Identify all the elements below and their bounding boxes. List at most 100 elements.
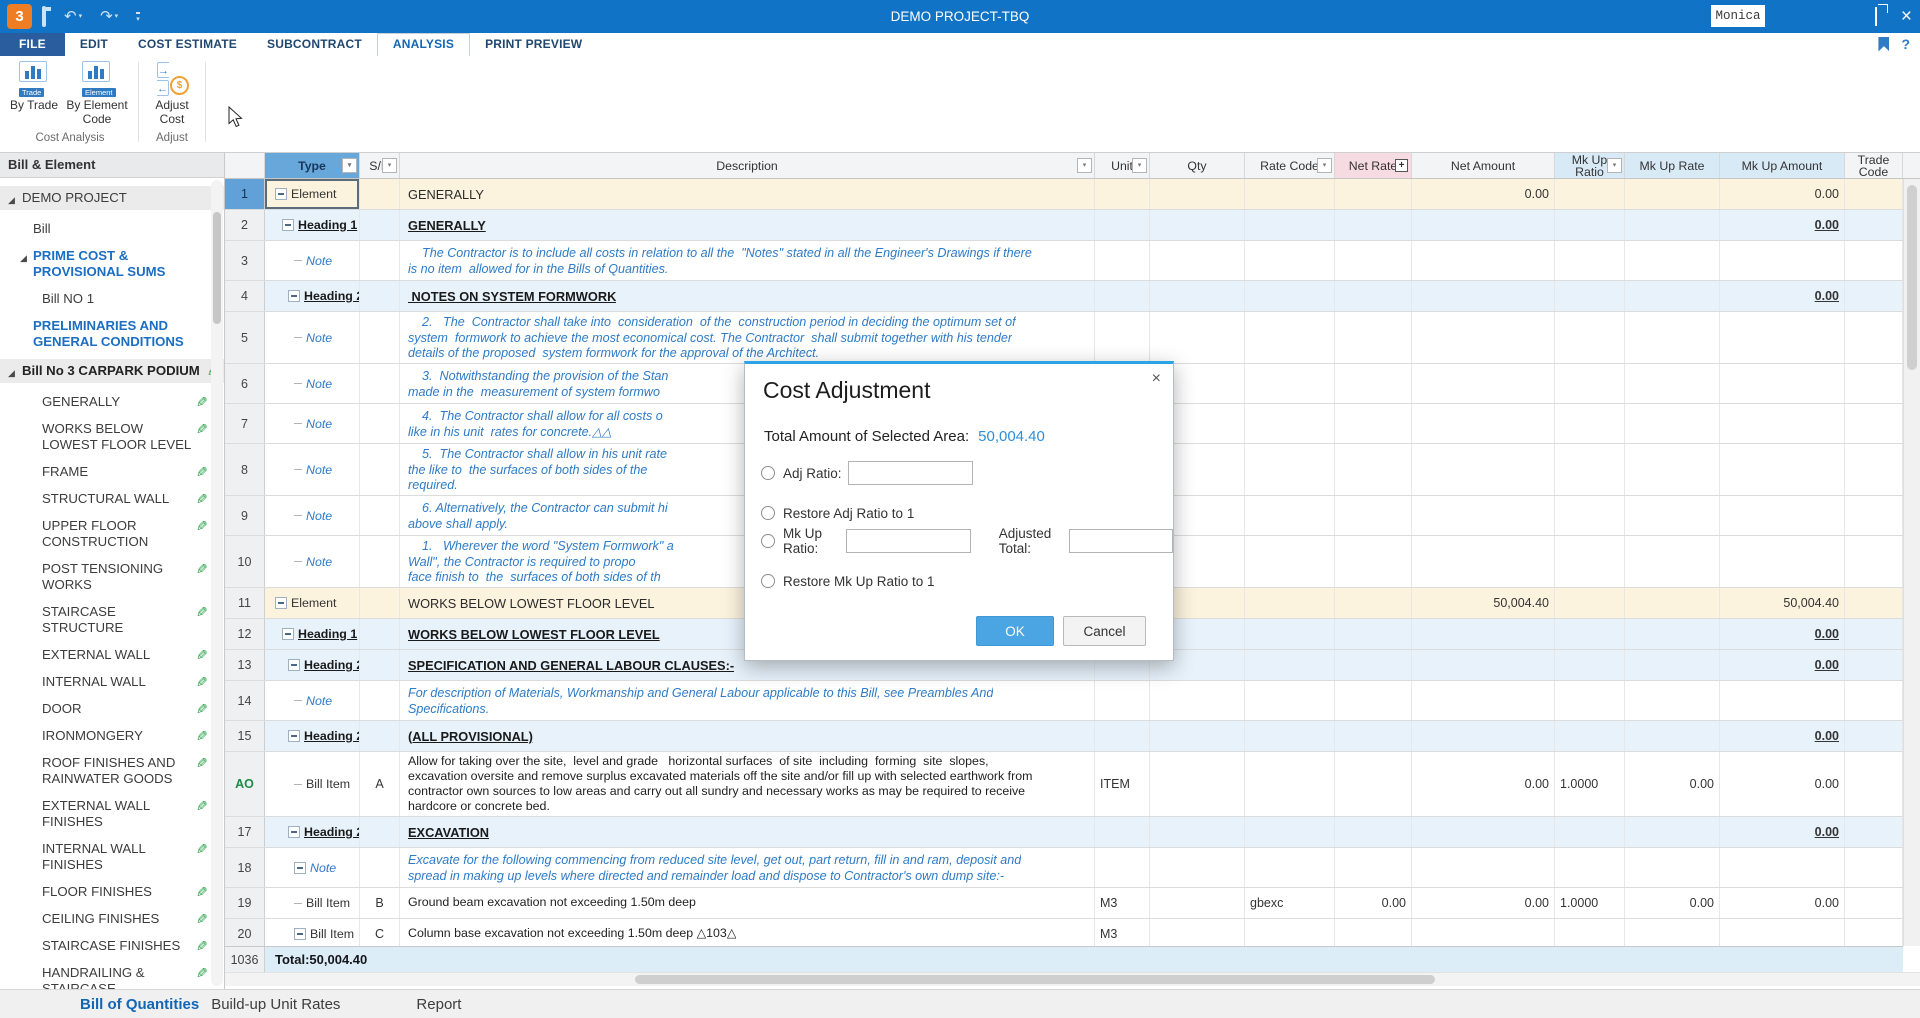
collapse-icon[interactable] — [282, 628, 294, 640]
sidebar-item[interactable]: WORKS BELOW LOWEST FLOOR LEVEL✎ — [0, 421, 224, 453]
sidebar-item[interactable]: EXTERNAL WALL FINISHES✎ — [0, 798, 224, 830]
type-cell[interactable]: Heading 2 — [265, 721, 360, 751]
type-cell[interactable]: Element — [265, 588, 360, 618]
radio-button[interactable] — [761, 466, 775, 480]
sidebar-item[interactable]: STRUCTURAL WALL✎ — [0, 491, 224, 507]
type-cell[interactable]: Note — [265, 496, 360, 535]
type-cell[interactable]: Element — [265, 179, 360, 209]
bottom-tab-report[interactable]: Report — [416, 996, 461, 1013]
column-header-net-amount[interactable]: Net Amount — [1412, 153, 1555, 178]
column-header-s-n[interactable]: S/N▾ — [360, 153, 400, 178]
sidebar-item[interactable]: EXTERNAL WALL✎ — [0, 647, 224, 663]
by-trade-button[interactable]: Trade By Trade — [8, 61, 60, 112]
type-cell[interactable]: Heading 1 — [265, 619, 360, 649]
menu-tab-edit[interactable]: EDIT — [65, 33, 123, 56]
sidebar-item[interactable]: GENERALLY✎ — [0, 394, 224, 410]
table-row[interactable]: 2Heading 1GENERALLY0.00 — [225, 210, 1903, 241]
description-cell[interactable]: 2. The Contractor shall take into consid… — [400, 312, 1095, 363]
sidebar-item[interactable]: PRELIMINARIES AND GENERAL CONDITIONS — [0, 318, 224, 350]
restore-button[interactable] — [1875, 8, 1877, 26]
table-row[interactable]: 18NoteExcavate for the following commenc… — [225, 848, 1903, 888]
collapse-icon[interactable] — [282, 219, 294, 231]
sidebar-item[interactable]: POST TENSIONING WORKS✎ — [0, 561, 224, 593]
type-cell[interactable]: Bill Item — [265, 919, 360, 946]
menu-tab-cost-estimate[interactable]: COST ESTIMATE — [123, 33, 252, 56]
type-cell[interactable]: Bill Item — [265, 752, 360, 816]
sidebar-item[interactable]: IRONMONGERY✎ — [0, 728, 224, 744]
type-cell[interactable]: Note — [265, 241, 360, 280]
column-header-mk-up-ratio[interactable]: Mk Up Ratio▾ — [1555, 153, 1625, 178]
collapse-icon[interactable] — [288, 290, 300, 302]
close-button[interactable]: × — [1901, 7, 1912, 26]
type-cell[interactable]: Bill Item — [265, 888, 360, 918]
description-cell[interactable]: GENERALLY — [400, 179, 1095, 209]
table-row[interactable]: 14NoteFor description of Materials, Work… — [225, 681, 1903, 721]
sidebar-item[interactable]: INTERNAL WALL✎ — [0, 674, 224, 690]
table-row[interactable]: 4Heading 2 NOTES ON SYSTEM FORMWORK0.00 — [225, 281, 1903, 312]
dialog-close-icon[interactable]: × — [1152, 371, 1161, 387]
column-header-mk-up-amount[interactable]: Mk Up Amount — [1720, 153, 1845, 178]
description-cell[interactable]: NOTES ON SYSTEM FORMWORK — [400, 281, 1095, 311]
filter-icon[interactable]: ▾ — [342, 158, 357, 173]
table-row[interactable]: AOBill ItemAAllow for taking over the si… — [225, 752, 1903, 817]
bottom-tab-bill-of-quantities[interactable]: Bill of Quantities — [80, 996, 199, 1013]
collapse-icon[interactable] — [294, 928, 306, 940]
description-cell[interactable]: Ground beam excavation not exceeding 1.5… — [400, 888, 1095, 918]
type-cell[interactable]: Note — [265, 444, 360, 495]
column-header-rownum[interactable] — [225, 153, 265, 178]
filter-icon[interactable]: ▾ — [1077, 158, 1092, 173]
table-row[interactable]: 5Note2. The Contractor shall take into c… — [225, 312, 1903, 364]
type-cell[interactable]: Note — [265, 848, 360, 887]
radio-button[interactable] — [761, 574, 775, 588]
expander-icon[interactable]: ◢ — [8, 365, 15, 381]
collapse-icon[interactable] — [288, 659, 300, 671]
collapse-icon[interactable] — [288, 826, 300, 838]
sidebar-item[interactable]: STAIRCASE FINISHES✎ — [0, 938, 224, 954]
description-cell[interactable]: Allow for taking over the site, level an… — [400, 752, 1095, 816]
table-row[interactable]: 1ElementGENERALLY0.000.00 — [225, 179, 1903, 210]
sidebar-item[interactable]: Bill NO 1 — [0, 291, 224, 307]
filter-icon[interactable]: ▾ — [382, 158, 397, 173]
description-cell[interactable]: Column base excavation not exceeding 1.5… — [400, 919, 1095, 946]
sidebar-item[interactable]: DOOR✎ — [0, 701, 224, 717]
bookmark-icon[interactable] — [1878, 37, 1889, 52]
ratio-input[interactable] — [846, 529, 971, 553]
type-cell[interactable]: Note — [265, 312, 360, 363]
column-header-unit[interactable]: Unit▾ — [1095, 153, 1150, 178]
column-header-qty[interactable]: Qty — [1150, 153, 1245, 178]
sidebar-item[interactable]: FRAME✎ — [0, 464, 224, 480]
description-cell[interactable]: Excavate for the following commencing fr… — [400, 848, 1095, 887]
table-row[interactable]: 17Heading 2EXCAVATION0.00 — [225, 817, 1903, 848]
sidebar-item[interactable]: STAIRCASE STRUCTURE✎ — [0, 604, 224, 636]
adjust-cost-button[interactable]: →← $ Adjust Cost — [146, 61, 198, 126]
sidebar-item[interactable]: HANDRAILING & STAIRCASE BALUSTRADING✎ — [0, 965, 224, 989]
column-header-description[interactable]: Description▾ — [400, 153, 1095, 178]
radio-button[interactable] — [761, 506, 775, 520]
menu-tab-analysis[interactable]: ANALYSIS — [377, 33, 470, 56]
sidebar-scrollbar[interactable] — [211, 180, 223, 986]
filter-icon[interactable]: ▾ — [1317, 158, 1332, 173]
horizontal-scroll-thumb[interactable] — [635, 975, 1435, 984]
sidebar-item[interactable]: CEILING FINISHES✎ — [0, 911, 224, 927]
table-row[interactable]: 20Bill ItemCColumn base excavation not e… — [225, 919, 1903, 946]
menu-tab-subcontract[interactable]: SUBCONTRACT — [252, 33, 377, 56]
by-element-code-button[interactable]: Element By Element Code — [61, 61, 133, 126]
description-cell[interactable]: EXCAVATION — [400, 817, 1095, 847]
collapse-icon[interactable] — [294, 862, 306, 874]
column-header-mk-up-rate[interactable]: Mk Up Rate — [1625, 153, 1720, 178]
horizontal-scrollbar[interactable] — [225, 972, 1920, 986]
type-cell[interactable]: Note — [265, 364, 360, 403]
description-cell[interactable]: The Contractor is to include all costs i… — [400, 241, 1095, 280]
type-cell[interactable]: Heading 2 — [265, 281, 360, 311]
radio-button[interactable] — [761, 534, 775, 548]
adjusted-total-input[interactable] — [1069, 529, 1173, 553]
expand-column-icon[interactable]: + — [1395, 159, 1408, 172]
menu-tab-file[interactable]: FILE — [0, 33, 65, 56]
filter-icon[interactable]: ▾ — [1607, 158, 1622, 173]
sidebar-item[interactable]: INTERNAL WALL FINISHES✎ — [0, 841, 224, 873]
type-cell[interactable]: Note — [265, 404, 360, 443]
sidebar-item[interactable]: FLOOR FINISHES✎ — [0, 884, 224, 900]
sidebar-item[interactable]: ◢DEMO PROJECT — [0, 186, 224, 210]
table-row[interactable]: 3NoteThe Contractor is to include all co… — [225, 241, 1903, 281]
type-cell[interactable]: Heading 1 — [265, 210, 360, 240]
